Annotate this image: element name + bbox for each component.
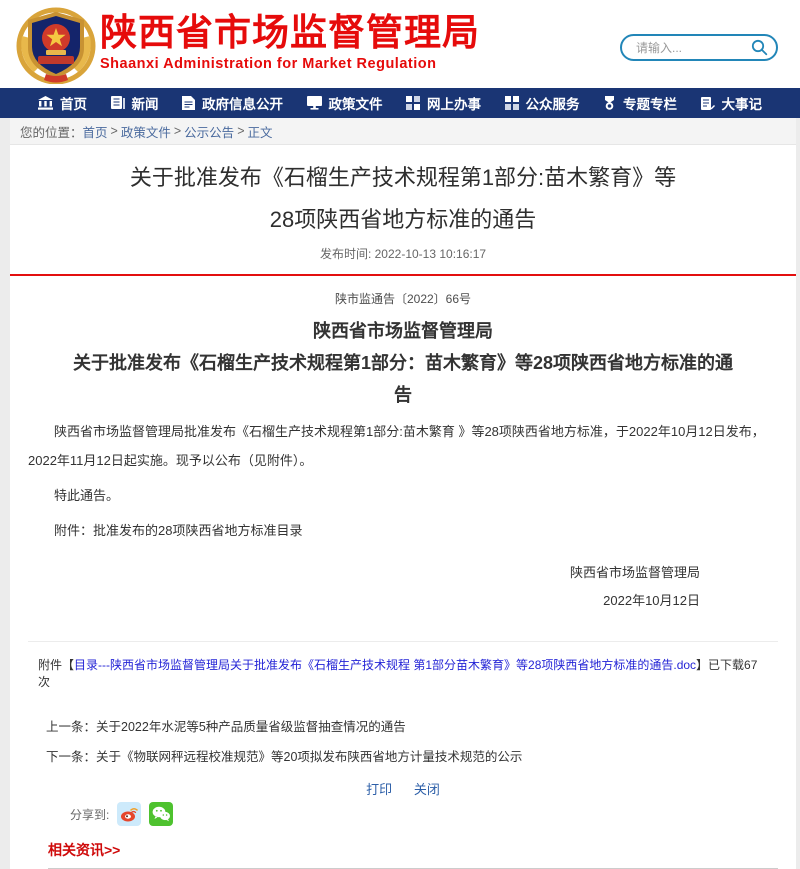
attachment-row: 附件【目录---陕西省市场监督管理局关于批准发布《石榴生产技术规程 第1部分苗木… bbox=[28, 641, 778, 700]
nav-label: 网上办事 bbox=[427, 93, 481, 113]
breadcrumb-separator: > bbox=[174, 124, 181, 138]
attachment-doc-link[interactable]: 目录---陕西省市场监督管理局关于批准发布《石榴生产技术规程 第1部分苗木繁育》… bbox=[74, 658, 696, 672]
share-wechat-button[interactable] bbox=[149, 802, 173, 826]
doc-number: 陕市监通告〔2022〕66号 bbox=[28, 290, 778, 307]
next-article-link[interactable]: 关于《物联网秤远程校准规范》等20项拟发布陕西省地方计量技术规范的公示 bbox=[96, 750, 522, 764]
article-pager: 上一条：关于2022年水泥等5种产品质量省级监督抽查情况的通告 下一条：关于《物… bbox=[28, 700, 778, 765]
signature-block: 陕西省市场监督管理局 2022年10月12日 bbox=[28, 559, 778, 615]
breadcrumb-separator: > bbox=[237, 124, 244, 138]
breadcrumb-link-policy[interactable]: 政策文件 bbox=[121, 122, 171, 141]
medal-icon bbox=[603, 96, 616, 110]
home-bank-icon bbox=[38, 96, 53, 110]
next-article-label: 下一条： bbox=[46, 750, 96, 764]
site-header: 陕西省市场监督管理局 Shaanxi Administration for Ma… bbox=[0, 0, 800, 88]
nav-item-gov-info[interactable]: 政府信息公开 bbox=[182, 93, 283, 113]
breadcrumb-link-current[interactable]: 正文 bbox=[248, 122, 273, 141]
nav-label: 政府信息公开 bbox=[202, 93, 283, 113]
next-article-row: 下一条：关于《物联网秤远程校准规范》等20项拟发布陕西省地方计量技术规范的公示 bbox=[46, 746, 760, 765]
breadcrumb-link-notices[interactable]: 公示公告 bbox=[184, 122, 234, 141]
site-title-block: 陕西省市场监督管理局 Shaanxi Administration for Ma… bbox=[100, 12, 480, 72]
publish-time-value: 2022-10-13 10:16:17 bbox=[375, 247, 486, 261]
article-body: 陕市监通告〔2022〕66号 陕西省市场监督管理局 关于批准发布《石榴生产技术规… bbox=[10, 276, 796, 869]
site-subtitle: Shaanxi Administration for Market Regula… bbox=[100, 56, 480, 72]
prev-article-link[interactable]: 关于2022年水泥等5种产品质量省级监督抽查情况的通告 bbox=[96, 720, 406, 734]
signature-agency: 陕西省市场监督管理局 bbox=[28, 559, 700, 587]
related-section: 相关资讯>> bbox=[28, 840, 778, 869]
body-paragraph: 特此通告。 bbox=[28, 481, 778, 510]
nav-label: 首页 bbox=[60, 93, 87, 113]
page-title-line1: 关于批准发布《石榴生产技术规程第1部分:苗木繁育》等 bbox=[10, 163, 796, 193]
search-box bbox=[620, 34, 778, 61]
nav-item-milestones[interactable]: 大事记 bbox=[701, 93, 763, 113]
breadcrumb: 您的位置： 首页 > 政策文件 > 公示公告 > 正文 bbox=[10, 118, 796, 145]
body-title-notice: 关于批准发布《石榴生产技术规程第1部分：苗木繁育》等28项陕西省地方标准的通告 bbox=[28, 347, 778, 411]
nav-label: 专题专栏 bbox=[623, 93, 677, 113]
breadcrumb-link-home[interactable]: 首页 bbox=[83, 122, 108, 141]
grid-icon bbox=[505, 96, 519, 110]
print-close-row: 打印 关闭 bbox=[28, 779, 778, 798]
grid-icon bbox=[406, 96, 420, 110]
prev-article-label: 上一条： bbox=[46, 720, 96, 734]
share-weibo-button[interactable] bbox=[117, 802, 141, 826]
related-news-title[interactable]: 相关资讯>> bbox=[48, 840, 778, 868]
body-title-agency: 陕西省市场监督管理局 bbox=[28, 315, 778, 347]
main-nav: 首页 新闻 政府信息公开 政策文件 网上办事 公众服务 专题专栏 大事记 bbox=[0, 88, 800, 118]
nav-label: 政策文件 bbox=[329, 93, 383, 113]
search-button[interactable] bbox=[751, 39, 768, 56]
share-row: 分享到: bbox=[28, 802, 778, 826]
close-button[interactable]: 关闭 bbox=[414, 782, 440, 797]
breadcrumb-separator: > bbox=[111, 124, 118, 138]
body-paragraph-attachment-note: 附件：批准发布的28项陕西省地方标准目录 bbox=[28, 516, 778, 545]
search-input[interactable] bbox=[636, 41, 751, 55]
page-container: 陕西省市场监督管理局 Shaanxi Administration for Ma… bbox=[10, 0, 796, 869]
wechat-icon bbox=[152, 806, 171, 822]
signature-date: 2022年10月12日 bbox=[28, 587, 700, 615]
nav-item-home[interactable]: 首页 bbox=[38, 93, 87, 113]
weibo-icon bbox=[120, 806, 138, 822]
nav-label: 公众服务 bbox=[526, 93, 580, 113]
article-header: 关于批准发布《石榴生产技术规程第1部分:苗木繁育》等 28项陕西省地方标准的通告… bbox=[10, 145, 796, 276]
nav-label: 新闻 bbox=[132, 93, 159, 113]
search-icon bbox=[751, 39, 768, 56]
nav-item-special-columns[interactable]: 专题专栏 bbox=[603, 93, 677, 113]
publish-time-label: 发布时间: bbox=[320, 247, 371, 261]
nav-item-public-services[interactable]: 公众服务 bbox=[505, 93, 580, 113]
nav-item-news[interactable]: 新闻 bbox=[111, 93, 159, 113]
page-title-line2: 28项陕西省地方标准的通告 bbox=[10, 205, 796, 235]
attachment-prefix: 附件【 bbox=[38, 658, 74, 672]
nav-item-online-services[interactable]: 网上办事 bbox=[406, 93, 481, 113]
print-button[interactable]: 打印 bbox=[366, 782, 392, 797]
monitor-icon bbox=[307, 96, 322, 110]
body-paragraph: 陕西省市场监督管理局批准发布《石榴生产技术规程第1部分:苗木繁育 》等28项陕西… bbox=[28, 417, 778, 475]
nav-label: 大事记 bbox=[722, 93, 763, 113]
news-icon bbox=[111, 96, 125, 110]
memo-icon bbox=[701, 96, 715, 110]
site-title: 陕西省市场监督管理局 bbox=[100, 12, 480, 54]
agency-emblem-logo bbox=[16, 6, 96, 84]
prev-article-row: 上一条：关于2022年水泥等5种产品质量省级监督抽查情况的通告 bbox=[46, 716, 760, 735]
nav-item-policy-docs[interactable]: 政策文件 bbox=[307, 93, 383, 113]
share-label: 分享到: bbox=[70, 806, 109, 823]
breadcrumb-label: 您的位置： bbox=[20, 122, 83, 141]
document-icon bbox=[182, 96, 195, 110]
publish-time-row: 发布时间: 2022-10-13 10:16:17 bbox=[10, 245, 796, 262]
